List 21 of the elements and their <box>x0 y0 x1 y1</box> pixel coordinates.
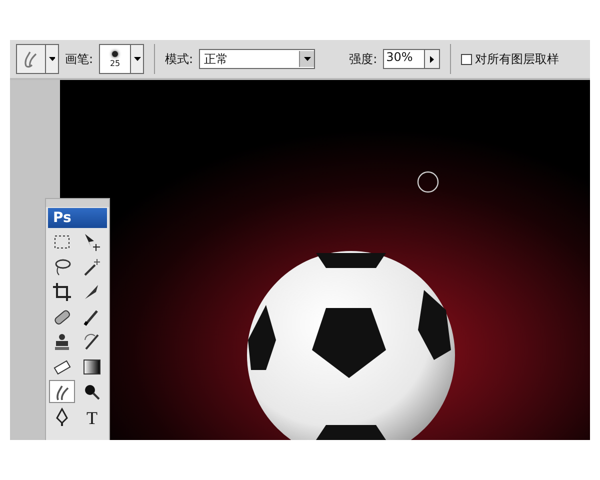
mode-dropdown[interactable]: 正常 <box>199 49 316 69</box>
caret-icon <box>134 57 141 61</box>
caret-icon <box>304 57 311 61</box>
app-logo: Ps <box>48 208 107 228</box>
brush-cursor-icon <box>416 170 440 194</box>
strength-label: 强度: <box>349 50 378 68</box>
brush-label: 画笔: <box>65 50 94 68</box>
play-icon <box>430 56 434 62</box>
checkbox[interactable] <box>461 54 472 64</box>
strength-field[interactable]: 30% <box>383 49 440 69</box>
crop-icon <box>52 282 72 302</box>
smudge-tool[interactable] <box>49 380 75 403</box>
gradient-icon <box>82 356 102 376</box>
magic-wand-icon <box>82 256 102 276</box>
stamp-icon <box>52 332 72 352</box>
mode-label: 模式: <box>165 50 194 68</box>
caret-icon <box>49 57 55 61</box>
checkbox-label: 对所有图层取样 <box>475 50 560 68</box>
arrow-cross-icon <box>82 232 102 252</box>
brush-picker[interactable]: 25 <box>99 44 144 74</box>
tool-preset-picker[interactable] <box>16 44 59 74</box>
